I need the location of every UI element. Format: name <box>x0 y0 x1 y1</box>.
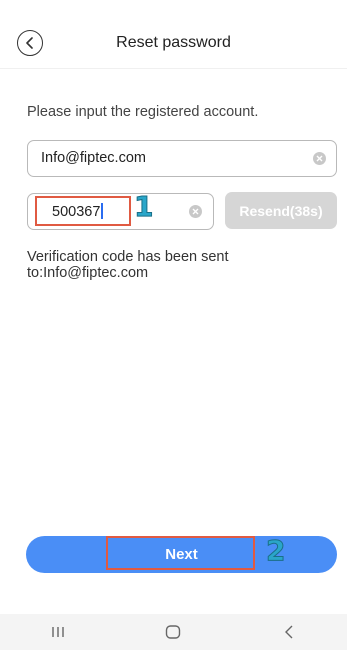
header: Reset password <box>0 0 347 69</box>
account-input[interactable]: Info@fiptec.com <box>27 140 337 177</box>
back-nav-button[interactable] <box>269 617 309 647</box>
recent-apps-icon <box>52 627 64 637</box>
clear-icon[interactable] <box>189 205 202 218</box>
step-2-label: 2 <box>265 534 286 568</box>
system-nav-bar <box>0 614 347 650</box>
verification-code-input[interactable]: 500367 <box>27 193 214 230</box>
resend-button[interactable]: Resend(38s) <box>225 192 337 229</box>
step-1-label: 1 <box>133 190 154 224</box>
page-title: Reset password <box>116 34 231 51</box>
code-value: 500367 <box>52 203 103 220</box>
clear-icon[interactable] <box>313 152 326 165</box>
recent-apps-button[interactable] <box>38 617 78 647</box>
account-value: Info@fiptec.com <box>41 150 146 166</box>
sent-message: Verification code has been sent to:Info@… <box>27 249 229 281</box>
next-button[interactable]: Next <box>26 536 337 573</box>
text-cursor <box>101 203 103 219</box>
back-icon <box>285 625 293 639</box>
instruction-text: Please input the registered account. <box>27 104 259 120</box>
home-icon <box>166 625 181 639</box>
home-button[interactable] <box>153 617 193 647</box>
